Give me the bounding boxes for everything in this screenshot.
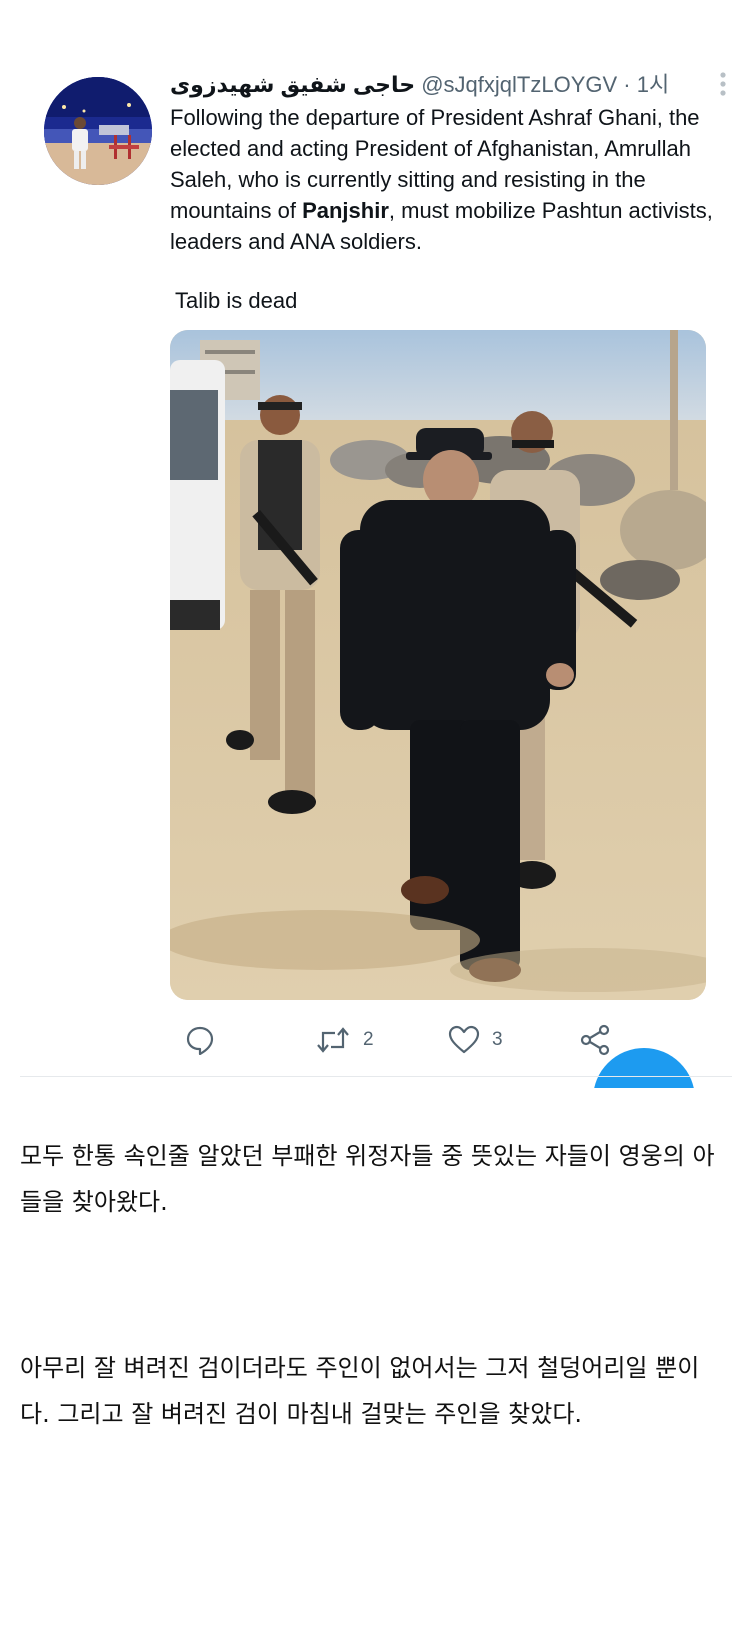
tweet-photo[interactable] (170, 330, 706, 1000)
retweet-arrows-icon (315, 1025, 351, 1055)
heart-icon (448, 1025, 480, 1055)
like-count: 3 (492, 1029, 503, 1050)
comment-bubble-icon (185, 1025, 215, 1055)
retweet-button[interactable]: 2 (315, 1020, 374, 1060)
hashtag-panjshir: Panjshir (302, 198, 389, 223)
tweet-second-line: Talib is dead (175, 288, 298, 313)
reply-button[interactable] (185, 1020, 215, 1060)
display-name[interactable]: حاجی شفیق شهیدزوی (170, 72, 415, 97)
profile-avatar[interactable] (44, 77, 152, 185)
photo-men-walking (170, 330, 706, 1000)
article-paragraph-1: 모두 한통 속인줄 알았던 부패한 위정자들 중 뜻있는 자들이 영웅의 아들을… (20, 1142, 715, 1216)
tweet-content: حاجی شفیق شهیدزوی @sJqfxjqlTzLOYGV · 1시 … (170, 70, 730, 316)
tweet-text: Following the departure of President Ash… (170, 102, 715, 257)
tweet-header: حاجی شفیق شهیدزوی @sJqfxjqlTzLOYGV · 1시 (170, 70, 730, 100)
tweet-card[interactable]: حاجی شفیق شهیدزوی @sJqfxjqlTzLOYGV · 1시 … (20, 60, 732, 1075)
tweet-time[interactable]: · 1시 (623, 72, 669, 97)
retweet-count: 2 (363, 1029, 374, 1050)
compose-fab[interactable] (593, 1048, 695, 1088)
more-options-icon[interactable] (718, 70, 728, 100)
article-paragraph-2: 아무리 잘 벼려진 검이더라도 주인이 없어서는 그저 철덩어리일 뿐이다. 그… (20, 1354, 700, 1428)
avatar-photo (44, 77, 152, 185)
user-handle[interactable]: @sJqfxjqlTzLOYGV (421, 72, 617, 97)
divider (20, 1076, 732, 1077)
like-button[interactable]: 3 (448, 1020, 503, 1060)
